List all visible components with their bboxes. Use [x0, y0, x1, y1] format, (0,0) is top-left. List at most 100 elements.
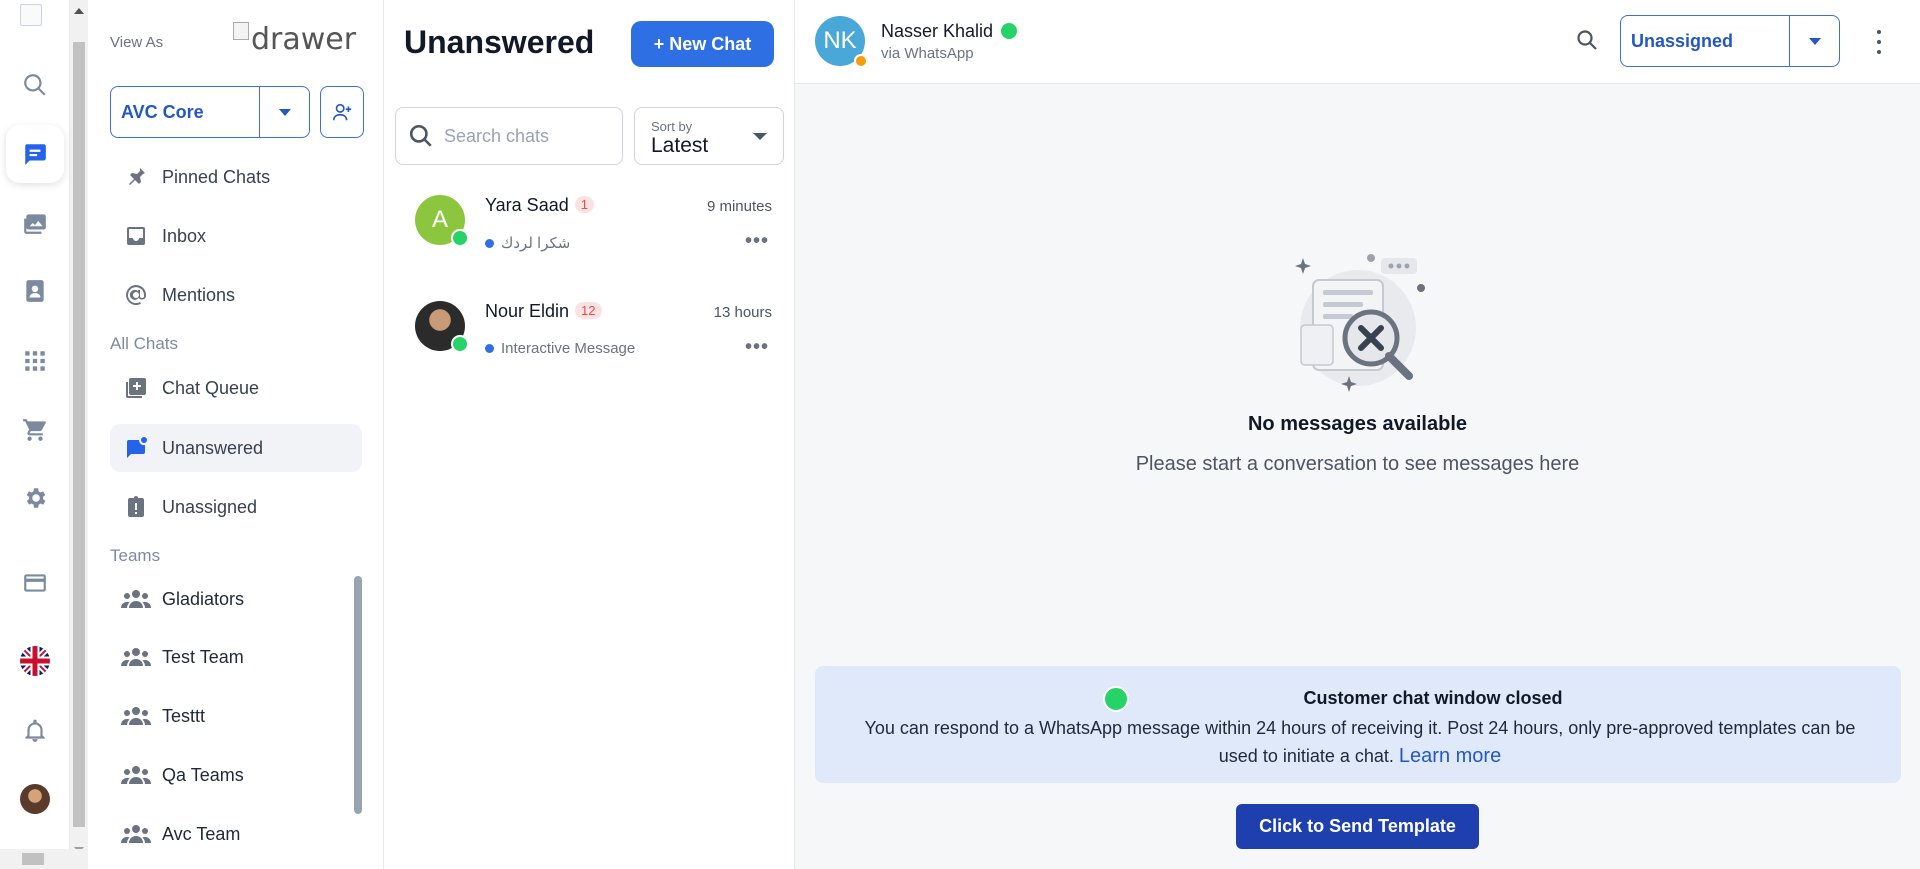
page-title: Unanswered: [404, 24, 595, 60]
empty-state-title: No messages available: [1247, 413, 1467, 435]
search-input[interactable]: [444, 125, 604, 147]
assign-user-button[interactable]: [320, 86, 364, 138]
chat-name-text: Nour Eldin: [485, 301, 570, 321]
cart-icon[interactable]: [6, 401, 64, 459]
nav-item-inbox[interactable]: Inbox: [110, 212, 362, 260]
unread-badge: 12: [575, 302, 602, 319]
no-messages-illustration: [1295, 254, 1425, 392]
uk-flag-icon[interactable]: [6, 632, 64, 690]
search-icon[interactable]: [6, 56, 64, 114]
teams-heading: Teams: [110, 546, 161, 565]
sort-select[interactable]: Sort by Latest: [634, 107, 784, 165]
bell-icon[interactable]: [6, 702, 64, 760]
view-as-label: View As: [110, 34, 164, 51]
chat-preview-text: شكرا لردك: [501, 235, 571, 252]
chat-icon[interactable]: [6, 125, 64, 183]
contact-avatar[interactable]: NK: [815, 16, 868, 68]
chat-time: 13 hours: [713, 304, 772, 321]
team-item[interactable]: Gladiators: [110, 576, 350, 622]
nav-item-label: Unassigned: [162, 496, 258, 517]
contact-name: Nasser Khalid: [881, 21, 1018, 42]
chat-list-item[interactable]: Nour Eldin 12 13 hours Interactive Messag…: [384, 282, 795, 382]
sort-caption: Sort by: [651, 119, 693, 134]
unanswered-icon: [110, 436, 162, 460]
chat-list-item[interactable]: A Yara Saad 1 9 minutes شكرا لردك •••: [384, 176, 795, 276]
chat-preview: Interactive Message: [485, 340, 635, 357]
workspace-value: AVC Core: [121, 101, 204, 122]
more-options-icon[interactable]: •••: [745, 230, 769, 253]
team-icon: [110, 705, 162, 727]
nav-item-label: Pinned Chats: [162, 166, 271, 187]
nav-item-label: Unanswered: [162, 437, 264, 458]
conversation-panel: NK Nasser Khalid via WhatsApp Unassigned: [795, 0, 1920, 869]
nav-item-pinned-chats[interactable]: Pinned Chats: [110, 153, 362, 201]
nav-item-unassigned[interactable]: Unassigned: [110, 483, 362, 531]
media-icon[interactable]: [6, 194, 64, 252]
contact-initials: NK: [823, 27, 857, 54]
avatar: A: [415, 195, 469, 247]
pin-icon: [110, 165, 162, 189]
learn-more-link[interactable]: Learn more: [1399, 745, 1501, 767]
teams-scrollbar[interactable]: [354, 576, 362, 814]
drawer-image: drawer: [233, 22, 356, 57]
conversation-header: NK Nasser Khalid via WhatsApp Unassigned: [795, 0, 1920, 84]
team-icon: [110, 646, 162, 668]
team-label: Test Team: [162, 646, 244, 667]
workspace-select[interactable]: AVC Core: [110, 86, 310, 138]
chat-time: 9 minutes: [706, 198, 772, 215]
more-vert-icon[interactable]: [1874, 30, 1884, 54]
chat-name: Yara Saad 1: [485, 195, 594, 216]
nav-item-label: Inbox: [162, 225, 207, 246]
unassigned-icon: [110, 495, 162, 519]
inbox-icon: [110, 224, 162, 248]
chevron-down-icon[interactable]: [259, 87, 309, 137]
chat-preview-text: Interactive Message: [501, 340, 636, 357]
chat-list-panel: Unanswered + New Chat Sort by Latest A Y…: [384, 0, 795, 869]
search-icon[interactable]: [1575, 28, 1601, 54]
nav-item-mentions[interactable]: Mentions: [110, 271, 362, 319]
assignee-value: Unassigned: [1631, 30, 1734, 51]
status-dot-icon: [854, 54, 868, 68]
chat-window-closed-notice: Customer chat window closed You can resp…: [815, 666, 1901, 783]
sort-value: Latest: [651, 134, 709, 157]
settings-icon[interactable]: [6, 469, 64, 527]
whatsapp-icon: [1001, 23, 1018, 39]
scrollbar-thumb[interactable]: [73, 42, 85, 827]
chat-name-text: Yara Saad: [485, 195, 569, 215]
nav-item-chat-queue[interactable]: Chat Queue: [110, 364, 362, 412]
chevron-down-icon[interactable]: [1789, 16, 1839, 66]
more-options-icon[interactable]: •••: [745, 336, 769, 359]
contact-name-text: Nasser Khalid: [881, 21, 994, 41]
chat-name: Nour Eldin 12: [485, 301, 602, 322]
send-template-button[interactable]: Click to Send Template: [1236, 804, 1479, 849]
nav-item-label: Chat Queue: [162, 377, 260, 398]
apps-icon[interactable]: [6, 332, 64, 390]
nav-item-unanswered[interactable]: Unanswered: [110, 424, 362, 472]
notice-body: You can respond to a WhatsApp message wi…: [845, 714, 1875, 770]
status-dot-icon: [485, 238, 494, 248]
team-item[interactable]: Testtt: [110, 693, 350, 739]
empty-state-subtitle: Please start a conversation to see messa…: [1135, 453, 1580, 475]
billing-icon[interactable]: [6, 554, 64, 612]
notice-text: You can respond to a WhatsApp message wi…: [864, 718, 1856, 766]
nav-item-label: Mentions: [162, 284, 236, 305]
logo-icon[interactable]: [20, 4, 42, 26]
all-chats-heading: All Chats: [110, 334, 179, 353]
team-item[interactable]: Test Team: [110, 634, 350, 680]
at-icon: [110, 283, 162, 307]
scroll-up-icon[interactable]: [74, 8, 84, 14]
team-item[interactable]: Qa Teams: [110, 752, 350, 798]
add-user-icon: [332, 103, 352, 121]
contact-channel: via WhatsApp: [881, 45, 974, 62]
team-item[interactable]: Avc Team: [110, 811, 350, 857]
contacts-icon[interactable]: [6, 262, 64, 320]
user-avatar[interactable]: [6, 770, 64, 828]
search-box[interactable]: [395, 107, 623, 165]
horizontal-scrollbar[interactable]: [0, 849, 88, 869]
team-label: Gladiators: [162, 588, 245, 609]
vertical-scrollbar[interactable]: [70, 0, 88, 869]
assignee-select[interactable]: Unassigned: [1620, 15, 1840, 67]
hscroll-thumb[interactable]: [22, 853, 44, 865]
new-chat-button[interactable]: + New Chat: [631, 21, 774, 67]
team-label: Qa Teams: [162, 764, 244, 785]
